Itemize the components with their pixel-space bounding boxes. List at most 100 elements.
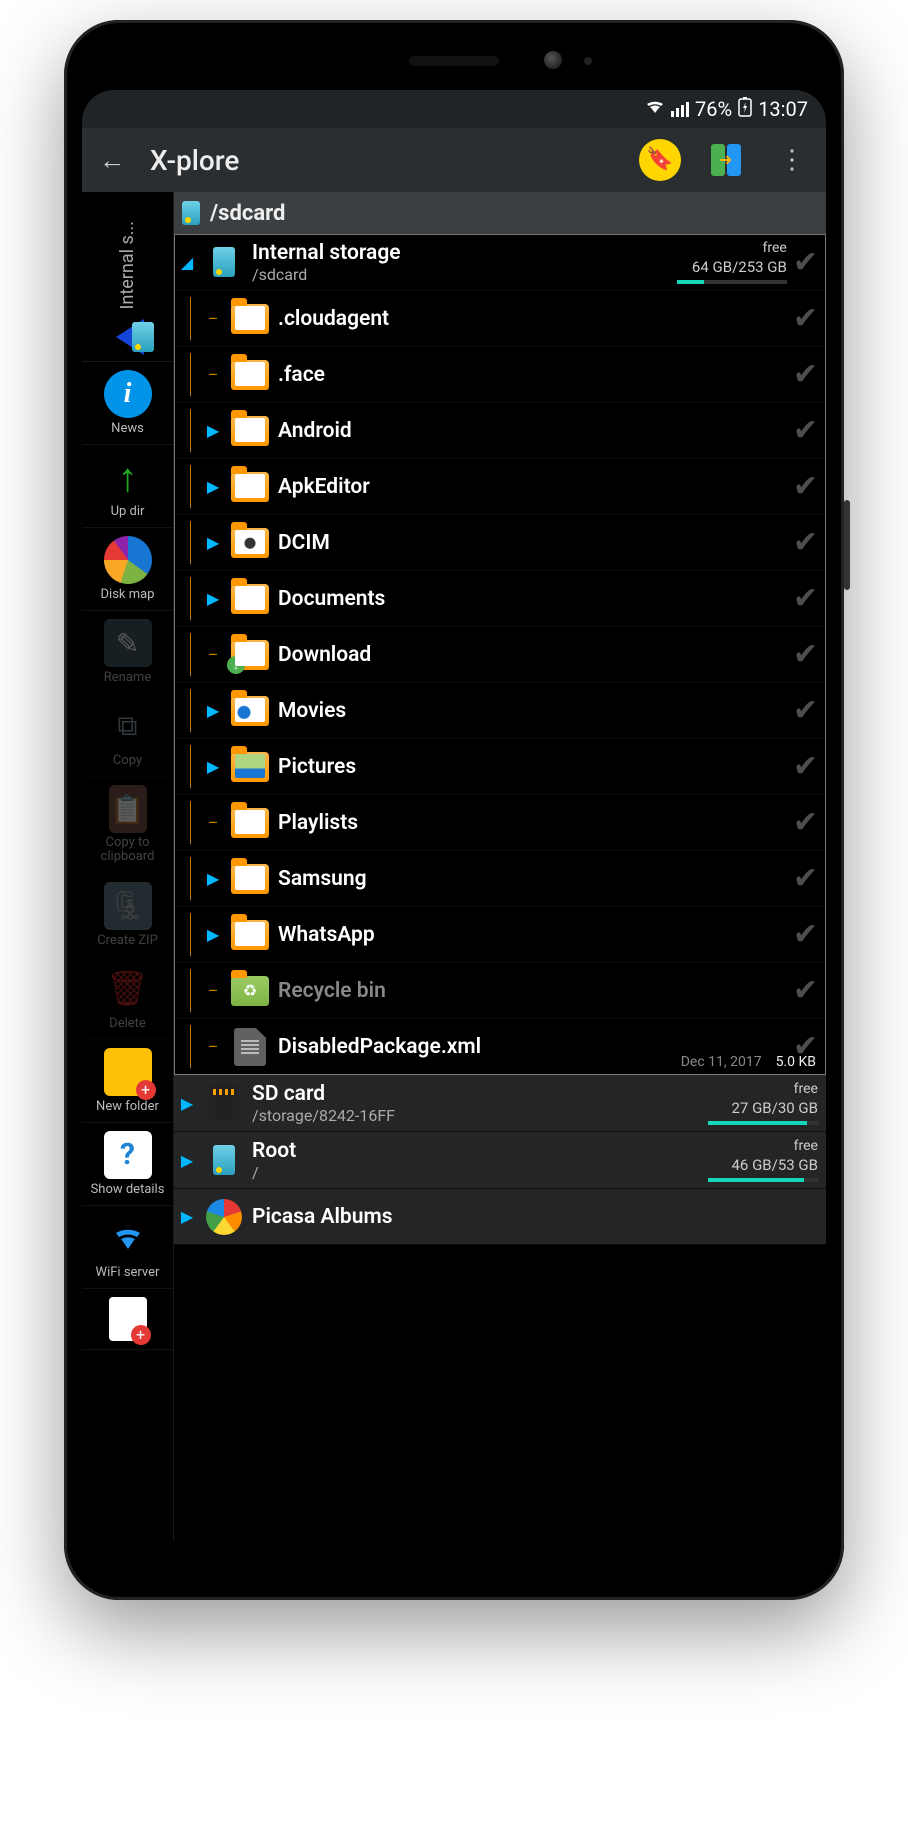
disk-map-icon bbox=[104, 536, 152, 584]
tree-line bbox=[178, 465, 204, 508]
folder-name: Pictures bbox=[278, 755, 787, 779]
expand-toggle[interactable]: – bbox=[204, 981, 222, 1000]
rail-label: New folder bbox=[96, 1099, 159, 1114]
path-bar[interactable]: /sdcard bbox=[174, 192, 826, 234]
check-icon[interactable]: ✔ bbox=[793, 917, 818, 952]
expand-toggle[interactable]: ▶ bbox=[204, 589, 222, 608]
rail-wifiserver[interactable]: WiFi server bbox=[82, 1206, 173, 1289]
expand-toggle[interactable]: ▶ bbox=[204, 477, 222, 496]
check-icon[interactable]: ✔ bbox=[793, 357, 818, 392]
folder-name: Download bbox=[278, 643, 787, 667]
folder-icon bbox=[231, 584, 269, 614]
volume-picasa[interactable]: ▶ Picasa Albums bbox=[174, 1189, 826, 1245]
up-arrow-icon: ↑ bbox=[104, 453, 152, 501]
tree-line bbox=[178, 633, 204, 676]
expand-toggle[interactable]: ▶ bbox=[204, 701, 222, 720]
expand-toggle[interactable]: ▶ bbox=[204, 925, 222, 944]
phone-speaker bbox=[409, 56, 499, 66]
rail-delete[interactable]: 🗑 Delete bbox=[82, 957, 173, 1040]
check-icon[interactable]: ✔ bbox=[793, 749, 818, 784]
volume-root[interactable]: ▶ Root / free 46 GB/53 GB bbox=[174, 1132, 826, 1189]
rail-label: News bbox=[111, 421, 144, 436]
folder-name: Documents bbox=[278, 587, 787, 611]
swap-panes-button[interactable]: ➜ bbox=[702, 136, 750, 184]
folder-icon bbox=[231, 696, 269, 726]
check-icon[interactable]: ✔ bbox=[793, 525, 818, 560]
rail-rename[interactable]: ✎ Rename bbox=[82, 611, 173, 694]
volume-internal[interactable]: ◢ Internal storage /sdcard free 64 GB/25… bbox=[174, 234, 826, 291]
back-button[interactable]: ← bbox=[92, 145, 132, 176]
folder-row[interactable]: ▶DCIM✔ bbox=[174, 515, 826, 571]
rail-updir[interactable]: ↑ Up dir bbox=[82, 445, 173, 528]
rail-copyclip[interactable]: 📋 Copy to clipboard bbox=[82, 777, 173, 874]
check-icon[interactable]: ✔ bbox=[793, 413, 818, 448]
folder-row[interactable]: ▶ WhatsApp✔ bbox=[174, 907, 826, 963]
overflow-menu-button[interactable]: ⋮ bbox=[768, 136, 816, 184]
check-icon[interactable]: ✔ bbox=[793, 973, 818, 1008]
check-icon[interactable]: ✔ bbox=[793, 581, 818, 616]
folder-row[interactable]: ▶Movies✔ bbox=[174, 683, 826, 739]
expand-toggle[interactable]: ▶ bbox=[204, 869, 222, 888]
secondary-pane-tab[interactable]: Internal s... bbox=[82, 192, 173, 362]
expand-toggle[interactable]: ▶ bbox=[178, 1151, 196, 1170]
check-icon[interactable]: ✔ bbox=[793, 637, 818, 672]
volume-path: /sdcard bbox=[252, 265, 677, 284]
folder-row[interactable]: –.face✔ bbox=[174, 347, 826, 403]
check-icon[interactable]: ✔ bbox=[793, 693, 818, 728]
rail-copy[interactable]: ⧉ Copy bbox=[82, 694, 173, 777]
folder-row[interactable]: – Playlists✔ bbox=[174, 795, 826, 851]
collapse-toggle[interactable]: ◢ bbox=[178, 253, 196, 272]
expand-toggle[interactable]: ▶ bbox=[178, 1207, 196, 1226]
check-icon[interactable]: ✔ bbox=[793, 245, 818, 280]
rail-label: Disk map bbox=[101, 587, 155, 602]
rail-newfile[interactable] bbox=[82, 1289, 173, 1350]
folder-icon bbox=[231, 528, 269, 558]
file-row[interactable]: –DisabledPackage.xml✔Dec 11, 20175.0 KB bbox=[174, 1019, 826, 1075]
folder-row[interactable]: ▶ ApkEditor✔ bbox=[174, 459, 826, 515]
rail-label: Up dir bbox=[111, 504, 145, 519]
expand-toggle[interactable]: – bbox=[204, 309, 222, 328]
rail-showdetails[interactable]: ? Show details bbox=[82, 1123, 173, 1206]
expand-toggle[interactable]: – bbox=[204, 365, 222, 384]
rail-newfolder[interactable]: New folder bbox=[82, 1040, 173, 1123]
check-icon[interactable]: ✔ bbox=[793, 469, 818, 504]
expand-toggle[interactable]: ▶ bbox=[204, 421, 222, 440]
active-volume-zone: ◢ Internal storage /sdcard free 64 GB/25… bbox=[174, 234, 826, 1075]
tree-line bbox=[178, 857, 204, 900]
expand-toggle[interactable]: ▶ bbox=[204, 533, 222, 552]
bookmarks-button[interactable]: 🔖 bbox=[636, 136, 684, 184]
app-bar: ← X-plore 🔖 ➜ ⋮ bbox=[82, 128, 826, 192]
expand-toggle[interactable]: ▶ bbox=[204, 757, 222, 776]
rail-diskmap[interactable]: Disk map bbox=[82, 528, 173, 611]
file-list[interactable]: ◢ Internal storage /sdcard free 64 GB/25… bbox=[174, 234, 826, 1540]
free-label: free bbox=[794, 1081, 818, 1097]
folder-row[interactable]: – Recycle bin✔ bbox=[174, 963, 826, 1019]
volume-name: SD card bbox=[252, 1082, 708, 1106]
rail-createzip[interactable]: 🗜 Create ZIP bbox=[82, 874, 173, 957]
expand-toggle[interactable]: – bbox=[204, 645, 222, 664]
tree-line bbox=[178, 409, 204, 452]
folder-row[interactable]: ▶Android✔ bbox=[174, 403, 826, 459]
volume-sdcard[interactable]: ▶ SD card /storage/8242-16FF free 27 GB/… bbox=[174, 1075, 826, 1132]
folder-name: Recycle bin bbox=[278, 979, 787, 1003]
rail-label: Create ZIP bbox=[97, 933, 158, 948]
folder-row[interactable]: –.cloudagent✔ bbox=[174, 291, 826, 347]
expand-toggle[interactable]: ▶ bbox=[178, 1094, 196, 1113]
check-icon[interactable]: ✔ bbox=[793, 301, 818, 336]
folder-row[interactable]: ▶Samsung✔ bbox=[174, 851, 826, 907]
folder-name: ApkEditor bbox=[278, 475, 787, 499]
folder-row[interactable]: ▶ Documents✔ bbox=[174, 571, 826, 627]
expand-toggle[interactable]: – bbox=[204, 813, 222, 832]
check-icon[interactable]: ✔ bbox=[793, 861, 818, 896]
check-icon[interactable]: ✔ bbox=[793, 805, 818, 840]
rail-news[interactable]: i News bbox=[82, 362, 173, 445]
info-icon: i bbox=[104, 370, 152, 418]
folder-row[interactable]: –↓Download✔ bbox=[174, 627, 826, 683]
folder-icon bbox=[231, 808, 269, 838]
folder-icon bbox=[231, 304, 269, 334]
folder-name: WhatsApp bbox=[278, 923, 787, 947]
folder-name: Playlists bbox=[278, 811, 787, 835]
folder-row[interactable]: ▶ Pictures✔ bbox=[174, 739, 826, 795]
file-icon bbox=[234, 1028, 266, 1066]
folder-icon bbox=[231, 416, 269, 446]
